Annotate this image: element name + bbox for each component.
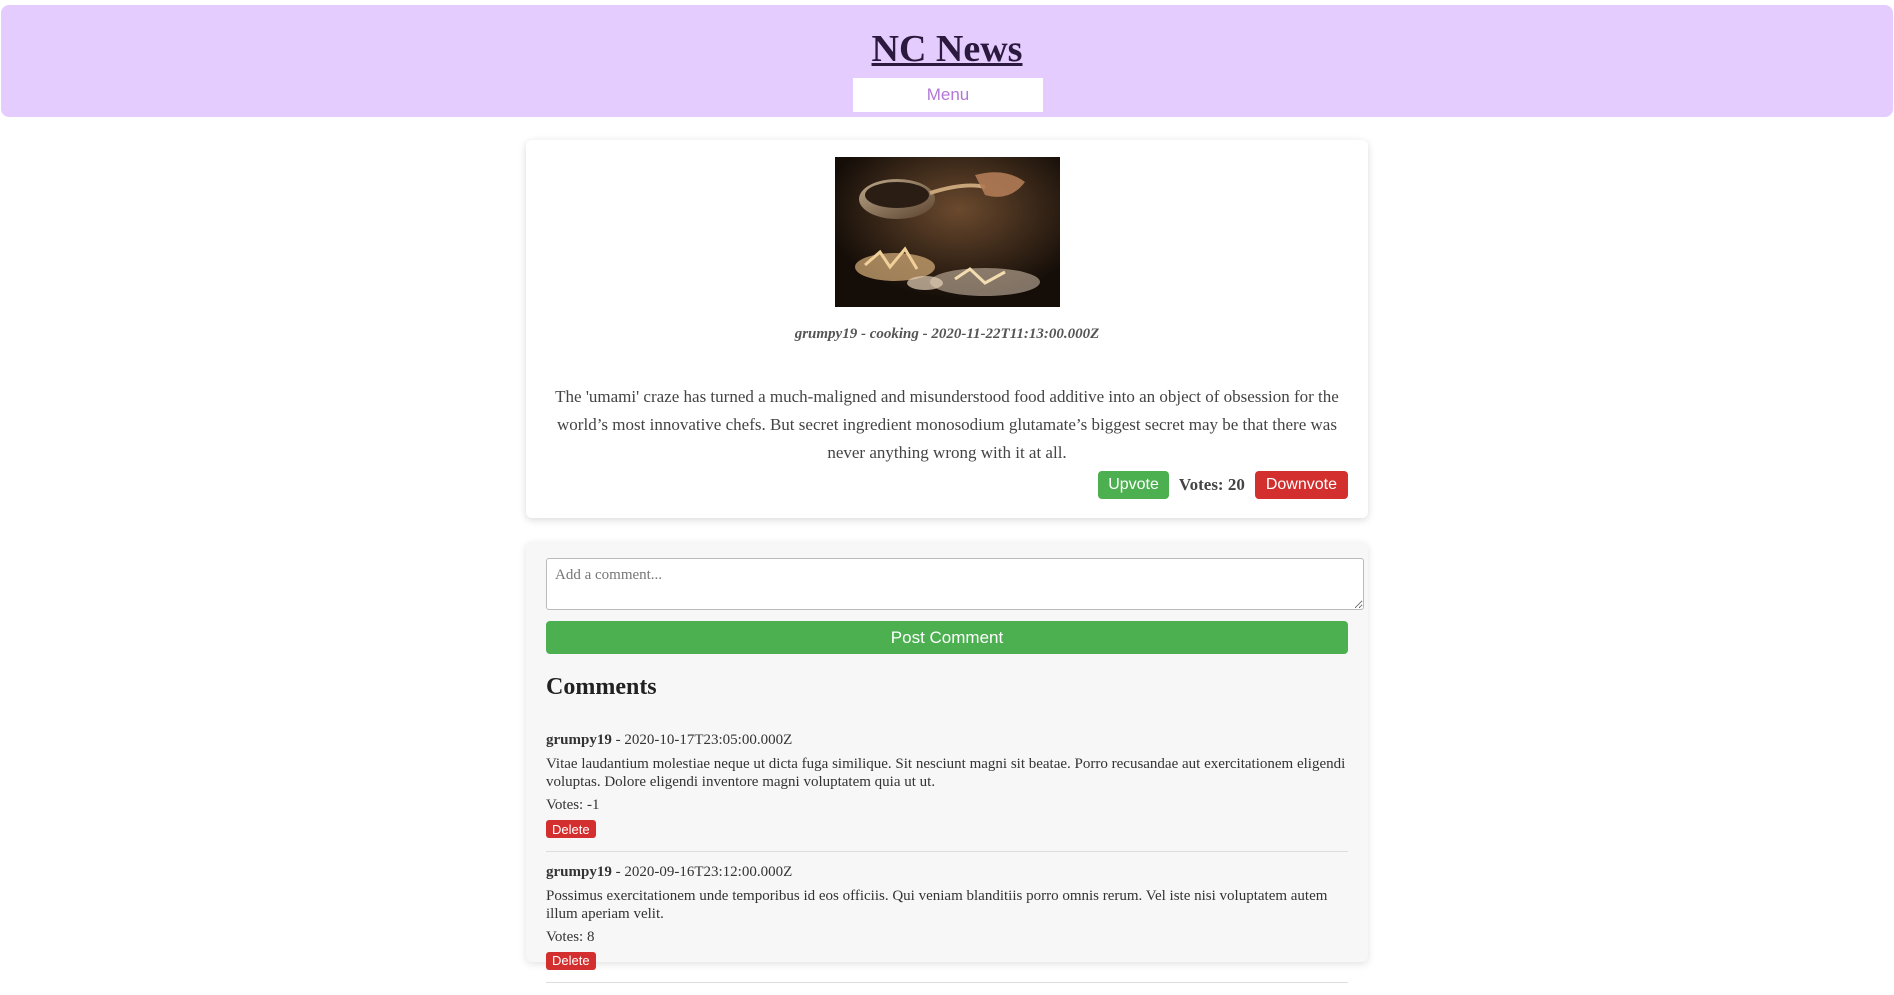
vote-controls: Upvote Votes: 20 Downvote	[1098, 471, 1348, 499]
comment-body: Vitae laudantium molestiae neque ut dict…	[546, 756, 1346, 790]
menu-button[interactable]: Menu	[853, 78, 1043, 112]
site-header: NC News Menu	[1, 5, 1893, 117]
comment-author: grumpy19	[546, 732, 612, 748]
article-body: The 'umami' craze has turned a much-mali…	[555, 387, 1339, 462]
comment-item: grumpy19 - 2020-10-17T23:05:00.000Z Vita…	[546, 732, 1348, 852]
downvote-button[interactable]: Downvote	[1254, 471, 1348, 499]
comment-date: - 2020-09-16T23:12:00.000Z	[611, 863, 793, 880]
comment-author: grumpy19	[546, 863, 612, 880]
article-card: grumpy19 - cooking - 2020-11-22T11:13:00…	[526, 140, 1368, 518]
article-meta: grumpy19 - cooking - 2020-11-22T11:13:00…	[794, 326, 1100, 342]
comment-list: grumpy19 - 2020-10-17T23:05:00.000Z Vita…	[546, 732, 1348, 995]
site-title[interactable]: NC News	[1, 27, 1893, 71]
comment-votes: Votes: -1	[546, 797, 600, 813]
comment-date: - 2020-10-17T23:05:00.000Z	[611, 732, 793, 748]
comments-heading: Comments	[546, 674, 657, 700]
comment-votes: Votes: 8	[546, 928, 595, 945]
article-image	[835, 157, 1060, 307]
article-votes: Votes: 20	[1178, 475, 1245, 494]
comment-header: grumpy19 - 2020-10-17T23:05:00.000Z	[546, 732, 1348, 749]
food-photo-icon	[835, 157, 1060, 307]
comment-body: Possimus exercitationem unde temporibus …	[546, 887, 1328, 922]
comments-section: Post Comment Comments grumpy19 - 2020-10…	[526, 542, 1368, 983]
comment-item: grumpy19 - 2020-09-16T23:12:00.000Z Poss…	[546, 864, 1348, 983]
upvote-button[interactable]: Upvote	[1098, 471, 1169, 499]
delete-comment-button[interactable]: Delete	[546, 951, 596, 970]
post-comment-button[interactable]: Post Comment	[546, 621, 1348, 654]
comment-header: grumpy19 - 2020-09-16T23:12:00.000Z	[546, 864, 1348, 881]
comment-input[interactable]	[546, 558, 1364, 610]
delete-comment-button[interactable]: Delete	[546, 820, 596, 838]
